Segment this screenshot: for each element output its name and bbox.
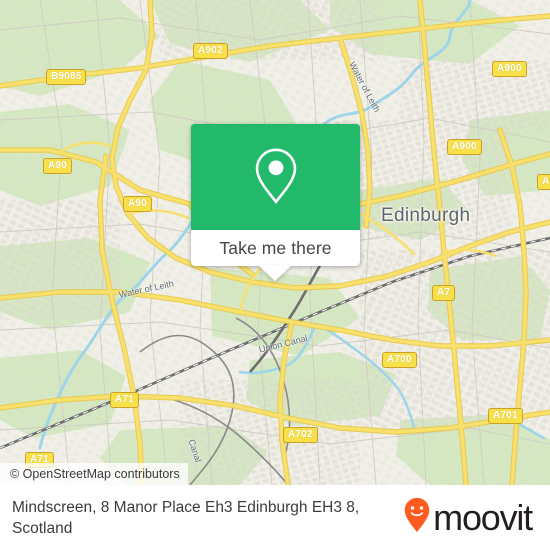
osm-attribution[interactable]: © OpenStreetMap contributors [0,463,188,485]
road-shield: A71 [110,392,139,408]
road-shield: A1 [537,174,550,190]
road-shield: A900 [447,139,482,155]
road-shield: A7 [432,285,456,301]
place-label-edinburgh: Edinburgh [381,205,471,226]
take-me-there-button[interactable]: Take me there [191,230,360,266]
callout-tail [258,265,292,281]
road-shield: A700 [382,352,417,368]
moovit-wordmark: moovit [433,496,533,538]
road-shield: A900 [492,61,527,77]
road-shield: A701 [488,408,523,424]
road-shield: A90 [43,158,72,174]
footer-bar: Mindscreen, 8 Manor Place Eh3 Edinburgh … [0,485,550,550]
map-callout[interactable]: Take me there [191,124,360,266]
road-shield: A902 [193,43,228,59]
moovit-smiley-pin-icon [403,497,431,538]
moovit-logo[interactable]: moovit [403,496,533,538]
road-shield: A90 [123,196,152,212]
callout-pin-area [191,124,360,230]
take-me-there-label: Take me there [219,237,332,258]
road-shield: A702 [283,427,318,443]
map-screenshot: Water of Leith Water of Leith Union Cana… [0,0,550,550]
address-text: Mindscreen, 8 Manor Place Eh3 Edinburgh … [12,498,360,537]
osm-attribution-text: © OpenStreetMap contributors [10,467,180,481]
location-pin-icon [253,146,299,206]
map-canvas[interactable]: Water of Leith Water of Leith Union Cana… [0,0,550,485]
road-shield: B9085 [46,69,87,85]
